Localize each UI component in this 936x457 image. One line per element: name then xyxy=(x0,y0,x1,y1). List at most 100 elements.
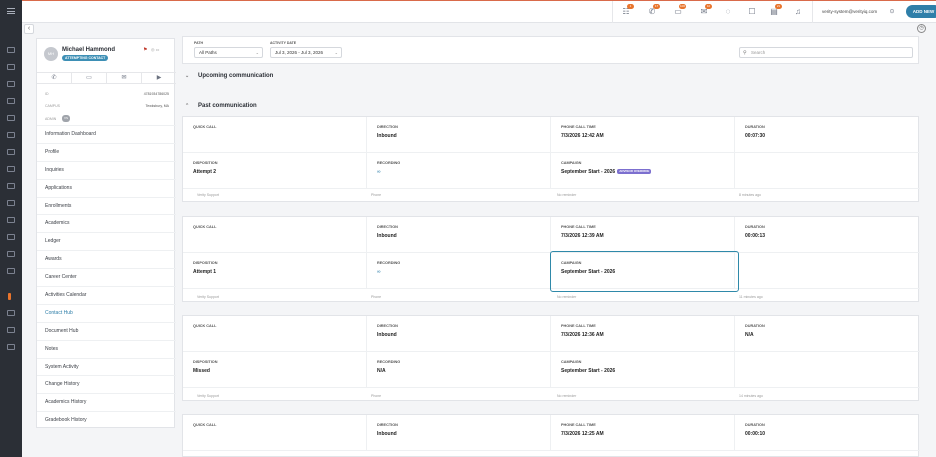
menu-item[interactable]: Applications xyxy=(37,178,176,197)
direction-value: Inbound xyxy=(377,233,397,239)
direction-value: Inbound xyxy=(377,431,397,437)
chat-icon[interactable]: ▭ xyxy=(72,73,107,83)
task-icon[interactable]: ☐ xyxy=(746,6,758,18)
graduation-icon[interactable] xyxy=(7,115,15,121)
menu-item[interactable]: Career Center xyxy=(37,268,176,286)
settings-icon[interactable] xyxy=(7,251,15,257)
disposition-value: Attempt 2 xyxy=(193,169,217,175)
flag-icon[interactable]: ⚑ xyxy=(143,47,147,53)
call-card[interactable]: QUICK CALL DIRECTION Inbound PHONE CALL T… xyxy=(182,216,920,302)
menu-item[interactable]: Gradebook History xyxy=(37,411,176,429)
divider xyxy=(812,1,813,23)
menu-item[interactable]: Inquiries xyxy=(37,160,176,179)
menu-item-contact-hub[interactable]: Contact Hub xyxy=(37,303,176,322)
collapse-panel-button[interactable]: ‹ xyxy=(24,24,34,34)
duration-value: N/A xyxy=(745,332,754,338)
user-icon[interactable] xyxy=(7,234,15,240)
call-card[interactable]: QUICK CALL DIRECTION Inbound PHONE CALL T… xyxy=(182,414,920,457)
past-section-toggle[interactable]: ⌃ Past communication xyxy=(182,103,257,109)
mail-icon[interactable]: ✉ 10 xyxy=(698,4,712,18)
menu-item[interactable]: Awards xyxy=(37,250,176,268)
menu-item[interactable]: Information Dashboard xyxy=(37,125,176,143)
quick-action-icons[interactable]: ◎ ▭ xyxy=(151,47,159,52)
report-icon[interactable] xyxy=(7,200,15,206)
grid-icon[interactable] xyxy=(7,310,15,316)
chat-icon[interactable]: ▭ 100 xyxy=(672,4,687,18)
menu-item[interactable]: Profile xyxy=(37,142,176,161)
time-value: 7/3/2026 12:36 AM xyxy=(561,332,604,338)
mail-icon[interactable]: ✉ xyxy=(107,73,142,83)
document-icon[interactable] xyxy=(7,217,15,223)
notification-badge: 1 xyxy=(627,4,634,9)
home-icon[interactable] xyxy=(7,47,15,53)
menu-item[interactable]: Academics xyxy=(37,214,176,232)
menu-icon[interactable] xyxy=(7,8,15,14)
wrench-icon[interactable] xyxy=(7,327,15,333)
admin-label: ADMIN xyxy=(45,117,57,121)
chart-icon[interactable] xyxy=(7,183,15,189)
message-icon[interactable]: ◌ xyxy=(722,6,734,18)
search-input[interactable]: ⚲ Search xyxy=(739,47,913,58)
empty-cell xyxy=(735,153,920,189)
field-label: PHONE CALL TIME xyxy=(561,125,596,129)
field-label: DIRECTION xyxy=(377,125,398,129)
people-icon[interactable]: ☷ 1 xyxy=(620,4,634,18)
duration-cell: DURATION N/A xyxy=(735,316,920,352)
direction-cell: DIRECTION Inbound xyxy=(367,316,551,352)
menu-item[interactable]: Change History xyxy=(37,375,176,393)
menu-item[interactable]: Activities Calendar xyxy=(37,286,176,304)
field-label: QUICK CALL xyxy=(193,125,217,129)
notification-badge: 100 xyxy=(679,4,687,9)
menu-item[interactable]: Enrollments xyxy=(37,196,176,215)
menu-item[interactable]: Ledger xyxy=(37,232,176,250)
date-select[interactable]: Jul 3, 2026 - Jul 3, 2026 ⌄ xyxy=(270,47,342,58)
student-name: Michael Hammond xyxy=(62,47,116,53)
disposition-value: Attempt 1 xyxy=(193,269,217,275)
id-value: 4781934786025 xyxy=(143,92,169,96)
admin-icon[interactable] xyxy=(7,344,15,350)
date-value: Jul 3, 2026 - Jul 3, 2026 xyxy=(275,50,324,55)
bell-icon[interactable]: ♫ xyxy=(792,6,804,18)
list-icon[interactable] xyxy=(7,81,15,87)
account-settings-icon[interactable]: ⊙ xyxy=(886,6,898,18)
path-select[interactable]: All Paths ⌄ xyxy=(194,47,263,58)
field-label: CAMPAIGN xyxy=(561,360,582,364)
campaign-cell: CAMPAIGN September Start - 2026 xyxy=(551,352,735,388)
time-ago: 14 minutes ago xyxy=(739,394,763,398)
menu-item[interactable]: Document Hub xyxy=(37,321,176,340)
field-label: DISPOSITION xyxy=(193,360,218,364)
add-new-button[interactable]: ADD NEW xyxy=(906,5,936,18)
menu-item[interactable]: Notes xyxy=(37,339,176,358)
book-icon[interactable] xyxy=(7,132,15,138)
phone-icon[interactable]: ✆ xyxy=(37,73,72,83)
menu-item[interactable]: Academics History xyxy=(37,393,176,411)
menu-item[interactable]: System Activity xyxy=(37,357,176,376)
override-tag: ADVISOR OVERRIDE xyxy=(617,169,652,175)
video-icon[interactable]: ▶ xyxy=(142,73,176,83)
upcoming-section-toggle[interactable]: ⌄ Upcoming communication xyxy=(182,73,273,79)
history-icon[interactable]: ◷ xyxy=(917,24,926,33)
people-icon[interactable] xyxy=(7,64,15,70)
globe-icon[interactable] xyxy=(7,166,15,172)
recording-link-icon[interactable]: ∞ xyxy=(377,269,550,275)
help-icon[interactable] xyxy=(7,268,15,274)
money-icon[interactable] xyxy=(7,149,15,155)
calendar-icon[interactable] xyxy=(7,98,15,104)
recording-link-icon[interactable]: ∞ xyxy=(377,169,550,175)
phone-icon[interactable]: ✆ 17 xyxy=(646,4,660,18)
created-by: Verity Support xyxy=(197,295,219,299)
field-label: DISPOSITION xyxy=(193,161,218,165)
disposition-cell: DISPOSITION Missed xyxy=(183,352,367,388)
status-badge: ATTEMPTING CONTACT xyxy=(62,55,109,61)
id-row: ID 4781934786025 xyxy=(45,92,169,96)
inbox-icon[interactable]: ▤ 21 xyxy=(768,4,782,18)
campus-label: CAMPUS xyxy=(45,104,60,108)
duration-value: 00:07:30 xyxy=(745,133,766,139)
notification-badge: 10 xyxy=(705,4,712,9)
recording-cell: RECORDING N/A xyxy=(367,352,551,388)
user-email[interactable]: verity-system@verityiq.com xyxy=(822,9,877,14)
call-card[interactable]: QUICK CALL DIRECTION Inbound PHONE CALL T… xyxy=(182,315,920,401)
quick-call-cell: QUICK CALL xyxy=(183,415,367,451)
call-card[interactable]: QUICK CALL DIRECTION Inbound PHONE CALL T… xyxy=(182,116,920,202)
campaign-value: September Start - 2026 xyxy=(561,368,616,374)
